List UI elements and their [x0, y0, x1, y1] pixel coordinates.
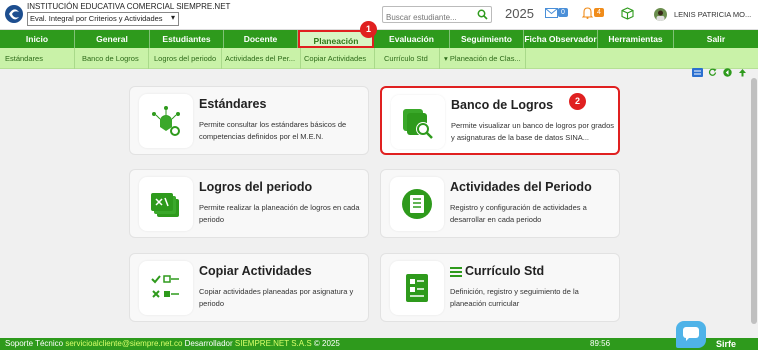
- user-name[interactable]: LENIS PATRICIA MO...: [674, 10, 751, 19]
- nav-item-docente[interactable]: Docente: [224, 30, 298, 48]
- step-marker-1: 1: [360, 21, 377, 38]
- session-timer: 89:56: [590, 339, 611, 348]
- main-nav: Inicio General Estudiantes Docente Plane…: [0, 30, 758, 48]
- card-title: Actividades del Periodo: [450, 180, 592, 194]
- student-search-input[interactable]: [383, 10, 471, 25]
- nav-item-seguimiento[interactable]: Seguimiento: [450, 30, 524, 48]
- subnav-item-banco-logros[interactable]: Banco de Logros: [77, 48, 149, 69]
- card-description: Copiar actividades planeadas por asignat…: [199, 287, 354, 308]
- menu-lines-icon: [450, 267, 462, 277]
- arrow-up-icon[interactable]: [738, 68, 747, 77]
- subnav-item-curriculo-std[interactable]: Currículo Std: [379, 48, 440, 69]
- subnav-item-logros-periodo[interactable]: Logros del periodo: [149, 48, 222, 69]
- card-title: Logros del periodo: [199, 180, 313, 194]
- institution-name: INSTITUCIÓN EDUCATIVA COMERCIAL SIEMPRE.…: [27, 2, 231, 11]
- sub-nav: Estándares Banco de Logros Logros del pe…: [0, 48, 758, 69]
- card-estandares[interactable]: Estándares Permite consultar los estánda…: [129, 86, 369, 155]
- period-achievements-icon: [139, 177, 193, 231]
- card-title: Copiar Actividades: [199, 264, 312, 278]
- chat-button[interactable]: [676, 321, 706, 348]
- mail-count-badge: 0: [558, 8, 568, 17]
- nav-item-ficha-observador[interactable]: Ficha Observador: [524, 30, 598, 48]
- card-logros-periodo[interactable]: Logros del periodo Permite realizar la p…: [129, 169, 369, 238]
- nav-item-herramientas[interactable]: Herramientas: [598, 30, 674, 48]
- card-title: Currículo Std: [465, 264, 545, 278]
- list-view-icon[interactable]: [692, 68, 703, 77]
- activities-list-icon: [390, 177, 444, 231]
- notification-count-badge: 4: [594, 8, 604, 17]
- subnav-item-estandares[interactable]: Estándares: [0, 48, 75, 69]
- card-title: Banco de Logros: [451, 98, 554, 112]
- refresh-icon[interactable]: [708, 68, 717, 77]
- footer: Soporte Técnico servicioalcliente@siempr…: [0, 338, 758, 350]
- card-description: Definición, registro y seguimiento de la…: [450, 287, 579, 308]
- scrollbar[interactable]: [750, 70, 758, 338]
- curriculum-icon: [390, 261, 444, 315]
- step-marker-2: 2: [569, 93, 586, 110]
- search-icon[interactable]: [477, 9, 488, 20]
- card-description: Permite visualizar un banco de logros po…: [451, 121, 615, 142]
- chat-icon: [683, 327, 699, 341]
- card-copiar-actividades[interactable]: Copiar Actividades Copiar actividades pl…: [129, 253, 369, 322]
- achievement-bank-icon: [391, 95, 445, 149]
- support-email-link[interactable]: servicioalcliente@siempre.net.co: [65, 339, 182, 348]
- developer-link[interactable]: SIEMPRE.NET S.A.S: [235, 339, 312, 348]
- copy-activities-icon: [139, 261, 193, 315]
- subnav-item-actividades-periodo[interactable]: Actividades del Per...: [220, 48, 301, 69]
- copyright: © 2025: [313, 339, 340, 348]
- card-description: Permite realizar la planeación de logros…: [199, 203, 360, 224]
- chevron-down-icon: ▾: [170, 13, 175, 22]
- avatar[interactable]: [654, 8, 667, 21]
- card-curriculo-std[interactable]: Currículo Std Definición, registro y seg…: [380, 253, 620, 322]
- top-bar: INSTITUCIÓN EDUCATIVA COMERCIAL SIEMPRE.…: [0, 0, 758, 30]
- back-icon[interactable]: [723, 68, 732, 77]
- card-title: Estándares: [199, 97, 267, 111]
- card-actividades-periodo[interactable]: Actividades del Periodo Registro y confi…: [380, 169, 620, 238]
- subnav-item-copiar-actividades[interactable]: Copiar Actividades: [299, 48, 375, 69]
- school-year[interactable]: 2025: [505, 6, 534, 21]
- subnav-item-planeacion-clase[interactable]: ▾ Planeación de Clas...: [439, 48, 526, 69]
- evaluation-mode-select[interactable]: Eval. Integral por Criterios y Actividad…: [27, 12, 179, 26]
- nav-item-evaluacion[interactable]: Evaluación: [374, 30, 450, 48]
- bell-icon[interactable]: [582, 7, 593, 19]
- institution-logo: [5, 5, 23, 23]
- evaluation-mode-value: Eval. Integral por Criterios y Actividad…: [30, 14, 163, 23]
- scrollbar-thumb[interactable]: [751, 78, 757, 324]
- card-description: Registro y configuración de actividades …: [450, 203, 587, 224]
- developer-label: Desarrollador: [184, 339, 233, 348]
- mail-icon[interactable]: [545, 8, 558, 18]
- nav-item-salir[interactable]: Salir: [674, 30, 758, 48]
- nav-item-estudiantes[interactable]: Estudiantes: [150, 30, 224, 48]
- nav-item-inicio[interactable]: Inicio: [0, 30, 75, 48]
- standards-icon: [139, 94, 193, 148]
- card-description: Permite consultar los estándares básicos…: [199, 120, 347, 141]
- box-icon[interactable]: [621, 7, 634, 20]
- brand-logo: Sirfe: [716, 339, 737, 349]
- student-search[interactable]: [382, 6, 492, 25]
- support-label: Soporte Técnico: [5, 339, 64, 348]
- nav-item-general[interactable]: General: [75, 30, 150, 48]
